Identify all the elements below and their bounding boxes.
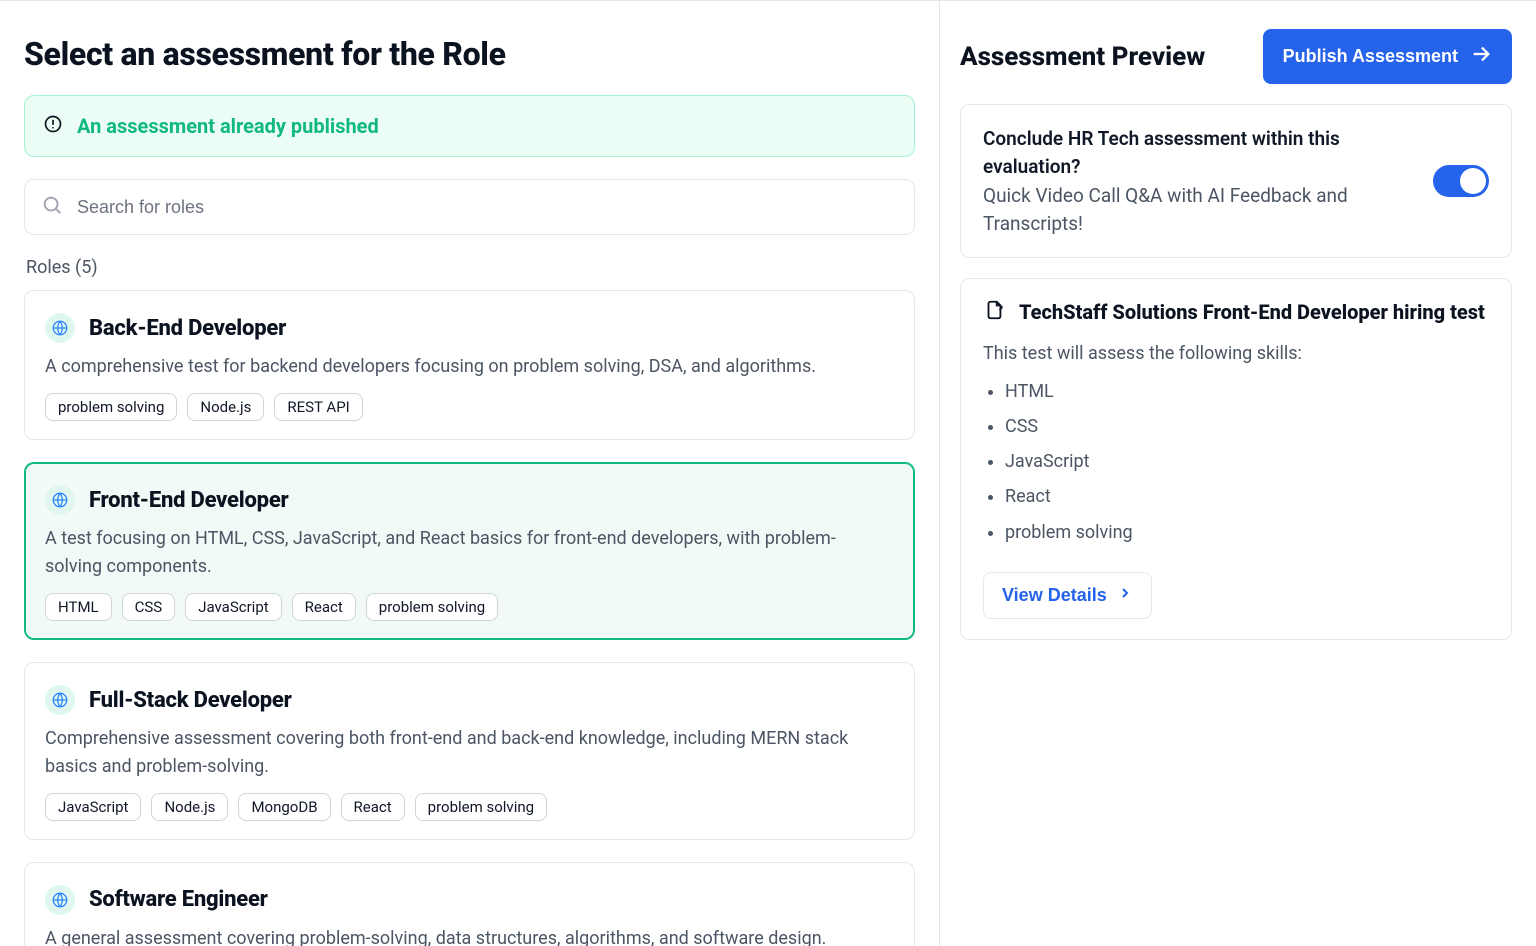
tag-pill: React [292,593,356,621]
role-desc: A comprehensive test for backend develop… [45,353,865,381]
toggle-knob [1460,168,1486,194]
conclude-panel: Conclude HR Tech assessment within this … [960,104,1512,258]
tag-pill: JavaScript [185,593,281,621]
page-title: Select an assessment for the Role [24,35,915,73]
arrow-right-icon [1470,43,1492,70]
role-tags: problem solving Node.js REST API [45,393,894,421]
role-card[interactable]: Front-End Developer A test focusing on HT… [24,462,915,640]
alert-published: An assessment already published [24,95,915,157]
test-sub: This test will assess the following skil… [983,343,1489,364]
test-title: TechStaff Solutions Front-End Developer … [1019,300,1485,324]
tag-pill: problem solving [45,393,177,421]
search-input[interactable] [75,196,898,219]
skill-item: JavaScript [1005,444,1489,479]
role-title: Full-Stack Developer [89,688,292,713]
publish-button[interactable]: Publish Assessment [1263,29,1512,84]
role-tags: HTML CSS JavaScript React problem solving [45,593,894,621]
globe-icon [45,313,75,343]
conclude-sub: Quick Video Call Q&A with AI Feedback an… [983,182,1415,237]
view-details-button[interactable]: View Details [983,572,1152,619]
alert-icon [43,114,63,138]
preview-title: Assessment Preview [960,42,1205,72]
roles-count: Roles (5) [26,257,915,278]
role-title: Front-End Developer [89,488,289,513]
tag-pill: HTML [45,593,112,621]
role-desc: A general assessment covering problem-so… [45,925,865,946]
search-icon [41,194,63,220]
role-desc: A test focusing on HTML, CSS, JavaScript… [45,525,865,581]
role-card[interactable]: Full-Stack Developer Comprehensive assess… [24,662,915,840]
tag-pill: REST API [274,393,362,421]
conclude-question: Conclude HR Tech assessment within this … [983,125,1415,180]
search-container[interactable] [24,179,915,235]
view-details-label: View Details [1002,585,1107,606]
skill-item: problem solving [1005,515,1489,550]
chevron-right-icon [1117,585,1133,606]
role-title: Software Engineer [89,887,268,912]
conclude-toggle[interactable] [1433,165,1489,197]
globe-icon [45,685,75,715]
skill-item: CSS [1005,409,1489,444]
assessment-icon [983,299,1005,325]
globe-icon [45,485,75,515]
role-card[interactable]: Software Engineer A general assessment co… [24,862,915,946]
role-tags: JavaScript Node.js MongoDB React problem sol… [45,793,894,821]
alert-text: An assessment already published [77,114,379,138]
publish-label: Publish Assessment [1283,46,1458,67]
tag-pill: problem solving [366,593,498,621]
tag-pill: CSS [122,593,176,621]
test-panel: TechStaff Solutions Front-End Developer … [960,278,1512,639]
tag-pill: React [341,793,405,821]
role-title: Back-End Developer [89,316,286,341]
tag-pill: Node.js [187,393,264,421]
role-desc: Comprehensive assessment covering both f… [45,725,865,781]
globe-icon [45,885,75,915]
skills-list: HTMLCSSJavaScriptReactproblem solving [983,374,1489,549]
tag-pill: Node.js [151,793,228,821]
role-card[interactable]: Back-End Developer A comprehensive test f… [24,290,915,440]
skill-item: React [1005,479,1489,514]
skill-item: HTML [1005,374,1489,409]
tag-pill: MongoDB [238,793,330,821]
tag-pill: JavaScript [45,793,141,821]
tag-pill: problem solving [415,793,547,821]
